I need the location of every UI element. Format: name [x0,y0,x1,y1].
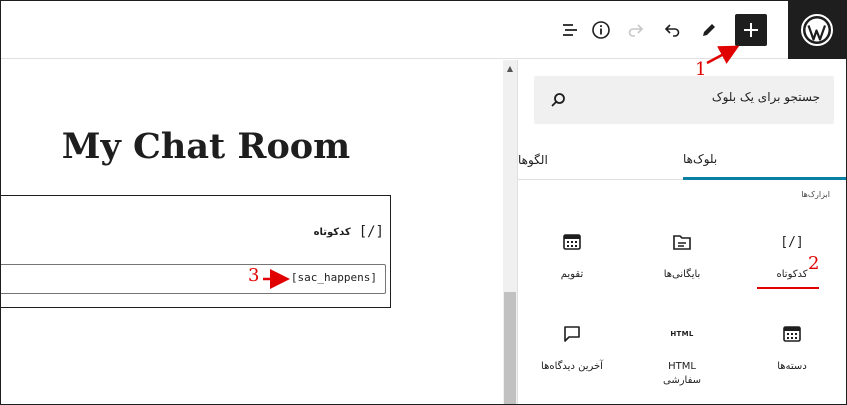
category-heading: ابزارک‌ها [801,190,830,199]
redo-icon [628,24,644,37]
tools-button[interactable] [693,14,725,46]
annotation-number-1: 1 [695,59,707,80]
block-search-input[interactable] [600,90,820,104]
shortcode-block[interactable]: [/] کدکوتاه [1,195,391,308]
block-item-label: دسته‌ها [777,361,807,372]
block-item-label: تقویم [560,269,584,280]
block-item-label: آخرین دیدگاه‌ها [541,361,603,372]
block-item-label: بایگانی‌ها [663,269,701,280]
archive-icon [672,230,692,254]
annotation-number-3: 3 [248,265,260,286]
list-view-button[interactable] [554,14,586,46]
list-view-icon [563,24,577,36]
canvas-scrollbar[interactable]: ▲ [503,60,517,404]
details-button[interactable] [585,14,617,46]
annotation-underline [757,287,819,289]
editor-canvas: My Chat Room [/] کدکوتاه [1,60,503,404]
tab-blocks[interactable]: بلوک‌ها [683,140,846,180]
scroll-up-arrow-icon[interactable]: ▲ [503,60,517,76]
annotation-number-2: 2 [808,253,820,274]
wordpress-icon [801,14,833,46]
block-item-label: HTML سفارشی [662,361,702,386]
block-item-custom-html[interactable]: HTML HTML سفارشی [642,312,722,392]
wordpress-logo[interactable] [788,1,846,59]
plus-icon [744,23,758,37]
undo-icon [664,24,680,37]
editor-toolbar [1,1,846,59]
block-item-label: کدکوتاه [776,269,808,280]
shortcode-input[interactable] [177,271,377,284]
pencil-icon [703,24,715,36]
block-inserter-panel: بلوک‌ها الگوها ابزارک‌ها [/] کدکوتاه بای… [517,60,846,404]
search-icon [551,93,565,107]
html-icon: HTML [670,330,694,338]
block-search [534,76,834,124]
tab-patterns[interactable]: الگوها [518,140,682,180]
categories-icon [782,322,802,346]
info-icon [592,21,610,39]
inserter-tabs: بلوک‌ها الگوها [518,140,846,180]
shortcode-block-header: [/] کدکوتاه [314,224,384,240]
comments-icon [562,322,582,346]
shortcode-input-wrapper [1,264,386,294]
block-item-archives[interactable]: بایگانی‌ها [642,220,722,300]
block-item-categories[interactable]: دسته‌ها [752,312,832,392]
shortcode-block-label: کدکوتاه [313,226,351,238]
app-window: My Chat Room [/] کدکوتاه ▲ بلوک‌ها الگوه… [0,0,847,405]
calendar-icon [562,230,582,254]
undo-button[interactable] [656,14,688,46]
block-item-calendar[interactable]: تقویم [532,220,612,300]
redo-button[interactable] [620,14,652,46]
post-title[interactable]: My Chat Room [1,126,411,167]
add-block-button[interactable] [735,14,767,46]
shortcode-icon: [/] [780,234,804,250]
scroll-thumb[interactable] [504,292,516,404]
block-item-latest-comments[interactable]: آخرین دیدگاه‌ها [532,312,612,392]
shortcode-icon: [/] [358,224,384,240]
